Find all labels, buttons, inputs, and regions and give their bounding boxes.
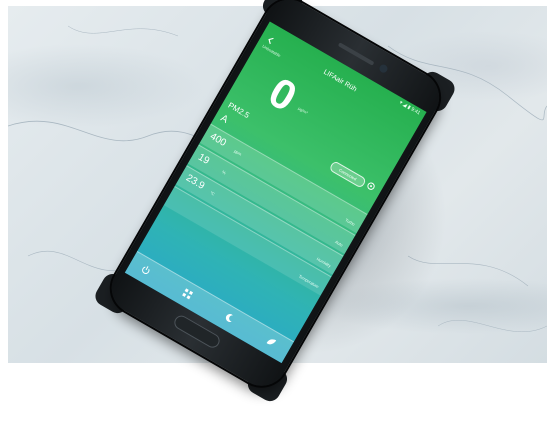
metric-label: Auto (334, 239, 344, 248)
metric-value: 23.9 (184, 172, 207, 192)
metric-value: 400 (208, 131, 228, 149)
pm-label: PM2.5 (226, 100, 252, 121)
metric-label: Humidity (315, 256, 332, 269)
metric-unit: ppm (233, 148, 243, 157)
metric-value: 19 (196, 151, 212, 167)
power-icon[interactable] (139, 263, 153, 277)
front-camera-icon (377, 63, 389, 75)
metric-label: Temperature (297, 273, 320, 290)
leaf-icon[interactable] (264, 335, 278, 349)
grid-icon[interactable] (181, 287, 195, 301)
moon-icon[interactable] (222, 311, 236, 325)
metric-unit: °C (209, 190, 216, 197)
air-grade: A (218, 112, 230, 126)
pm-unit: µg/m³ (297, 105, 309, 116)
metric-unit: % (221, 169, 227, 176)
settings-icon[interactable] (364, 179, 378, 193)
pm-reading: 0 (260, 68, 305, 121)
connection-button[interactable]: Connected (328, 160, 367, 189)
earpiece-speaker (337, 42, 375, 66)
metric-label: Turbo (344, 217, 356, 227)
